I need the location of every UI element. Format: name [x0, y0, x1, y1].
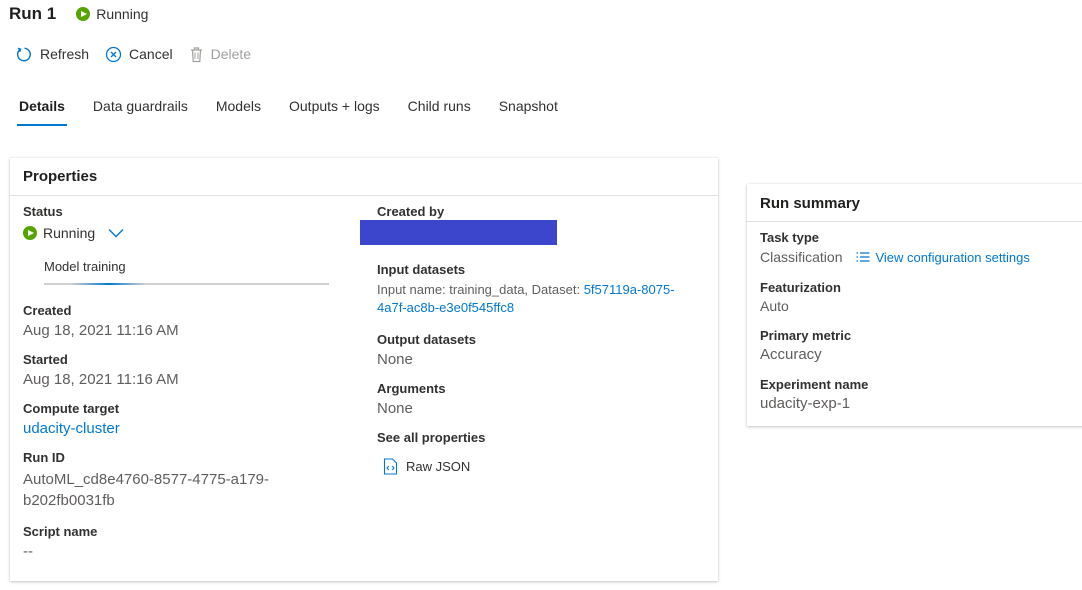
dataset-link-1[interactable]: 5f57119a-8075-: [584, 282, 675, 297]
status-label: Status: [23, 204, 63, 219]
created-by-field: Created by: [360, 204, 707, 256]
created-label: Created: [23, 303, 72, 318]
refresh-label: Refresh: [40, 46, 90, 62]
input-datasets-value: Input name: training_data, Dataset: 5f57…: [377, 281, 707, 317]
input-datasets-field: Input datasets Input name: training_data…: [377, 262, 707, 317]
run-summary-body: Task type Classification View configurat…: [747, 222, 1082, 412]
page-title: Run 1: [9, 4, 57, 23]
refresh-button[interactable]: Refresh: [16, 46, 89, 63]
tab-data-guardrails[interactable]: Data guardrails: [93, 98, 188, 126]
script-name-field: Script name --: [23, 524, 343, 560]
input-name-text: Input name: training_data, Dataset:: [377, 282, 584, 297]
view-configuration-label: View configuration settings: [875, 249, 1030, 265]
run-summary-title: Run summary: [747, 184, 1082, 222]
script-name-value: --: [23, 543, 33, 560]
refresh-icon: [16, 47, 31, 61]
experiment-name-value: udacity-exp-1: [760, 395, 851, 412]
compute-target-link[interactable]: udacity-cluster: [23, 420, 343, 437]
status-field: Status Running Model training: [23, 204, 343, 285]
properties-left-column: Status Running Model training Created Au…: [23, 204, 343, 573]
raw-json-label: Raw JSON: [406, 459, 471, 474]
primary-metric-label: Primary metric: [760, 328, 852, 343]
dataset-link-2[interactable]: 4a7f-ac8b-e3e0f545ffc8: [377, 300, 514, 315]
run-header: Run 1 Running: [9, 3, 148, 25]
created-by-label: Created by: [377, 204, 445, 219]
code-file-icon: [383, 458, 398, 475]
cancel-label: Cancel: [129, 46, 173, 62]
toolbar: Refresh Cancel Delete: [16, 44, 267, 64]
task-type-row: Classification View configuration settin…: [760, 248, 1079, 266]
progress-bar: [44, 283, 329, 285]
featurization-label: Featurization: [760, 280, 841, 295]
status-text: Running: [96, 6, 149, 22]
run-id-value: AutoML_cd8e4760-8577-4775-a179- b202fb00…: [23, 469, 343, 511]
started-field: Started Aug 18, 2021 11:16 AM: [23, 352, 343, 388]
task-type-value: Classification: [760, 249, 843, 265]
see-all-properties-field: See all properties Raw JSON: [377, 430, 707, 475]
input-datasets-label: Input datasets: [377, 262, 466, 277]
experiment-name-label: Experiment name: [760, 377, 869, 392]
task-type-field: Task type Classification View configurat…: [760, 230, 1079, 266]
tab-outputs-logs[interactable]: Outputs + logs: [289, 98, 380, 126]
output-datasets-value: None: [377, 351, 413, 368]
see-all-properties-label: See all properties: [377, 430, 486, 445]
progress-fill: [71, 283, 146, 285]
run-id-label: Run ID: [23, 450, 65, 465]
cancel-button[interactable]: Cancel: [105, 46, 173, 63]
delete-label: Delete: [210, 46, 252, 62]
running-icon: [76, 7, 91, 21]
run-id-line-1: AutoML_cd8e4760-8577-4775-a179-: [23, 471, 270, 488]
tab-child-runs[interactable]: Child runs: [408, 98, 471, 126]
progress-indicator: Model training: [44, 259, 329, 285]
raw-json-link[interactable]: Raw JSON: [383, 458, 707, 475]
featurization-value: Auto: [760, 298, 789, 314]
run-status: Running: [23, 225, 343, 241]
tab-details[interactable]: Details: [17, 98, 67, 126]
properties-title: Properties: [10, 158, 718, 196]
started-value: Aug 18, 2021 11:16 AM: [23, 371, 179, 388]
status-badge: Running: [76, 6, 148, 22]
created-value: Aug 18, 2021 11:16 AM: [23, 322, 179, 339]
properties-right-column: Created by Input datasets Input name: tr…: [360, 204, 707, 488]
primary-metric-value: Accuracy: [760, 346, 822, 363]
run-summary-card: Run summary Task type Classification Vie…: [747, 184, 1082, 426]
arguments-field: Arguments None: [377, 381, 707, 417]
arguments-label: Arguments: [377, 381, 446, 396]
properties-card: Properties Status Running Model training…: [10, 158, 718, 581]
view-configuration-link[interactable]: View configuration settings: [856, 249, 1030, 265]
running-icon: [23, 226, 37, 240]
tab-bar: Details Data guardrails Models Outputs +…: [17, 98, 586, 126]
compute-target-field: Compute target udacity-cluster: [23, 401, 343, 437]
task-type-label: Task type: [760, 230, 820, 245]
run-id-field: Run ID AutoML_cd8e4760-8577-4775-a179- b…: [23, 450, 343, 511]
redacted-user-block: [360, 220, 557, 245]
output-datasets-label: Output datasets: [377, 332, 476, 347]
cancel-icon: [105, 46, 122, 62]
script-name-label: Script name: [23, 524, 98, 539]
primary-metric-field: Primary metric Accuracy: [760, 328, 1079, 363]
created-field: Created Aug 18, 2021 11:16 AM: [23, 303, 343, 339]
progress-label: Model training: [44, 259, 126, 274]
featurization-field: Featurization Auto: [760, 280, 1079, 314]
compute-target-label: Compute target: [23, 401, 120, 416]
output-datasets-field: Output datasets None: [377, 332, 707, 368]
started-label: Started: [23, 352, 68, 367]
run-status-text: Running: [43, 225, 96, 241]
tab-snapshot[interactable]: Snapshot: [499, 98, 558, 126]
arguments-value: None: [377, 400, 413, 417]
delete-button[interactable]: Delete: [189, 46, 251, 63]
run-id-line-2: b202fb0031fb: [23, 492, 115, 509]
trash-icon: [190, 46, 202, 62]
list-icon: [856, 252, 870, 262]
tab-models[interactable]: Models: [216, 98, 261, 126]
experiment-name-field: Experiment name udacity-exp-1: [760, 377, 1079, 412]
chevron-down-icon[interactable]: [108, 228, 124, 238]
